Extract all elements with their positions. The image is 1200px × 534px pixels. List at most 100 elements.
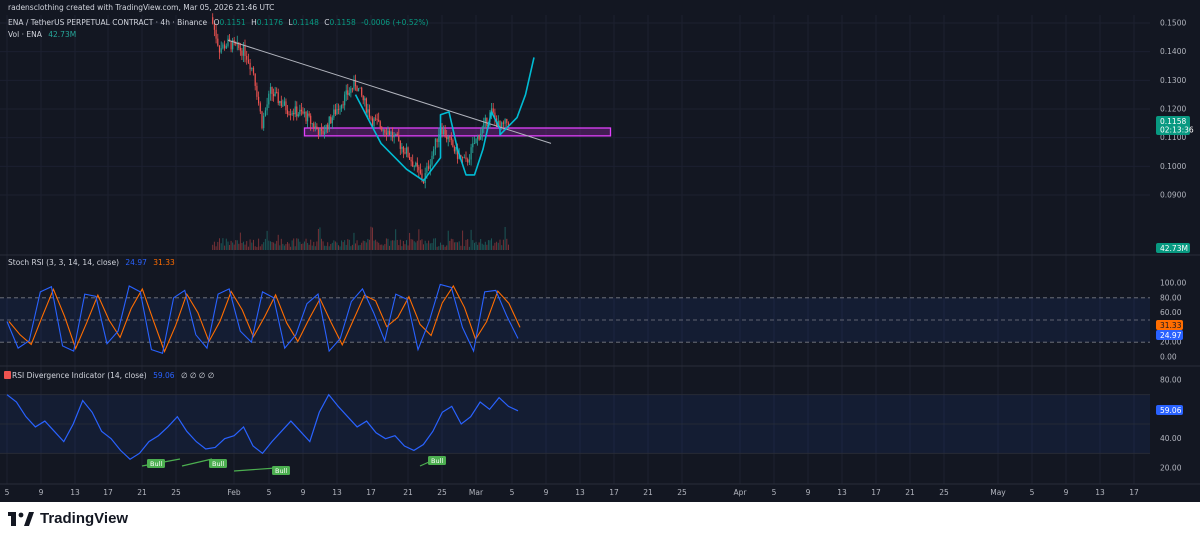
candle-body bbox=[446, 136, 448, 140]
candle-body bbox=[345, 90, 347, 95]
candle-body bbox=[215, 29, 217, 39]
volume-bar bbox=[367, 238, 369, 250]
volume-bar bbox=[324, 245, 326, 250]
candle-body bbox=[294, 106, 296, 115]
volume-bar bbox=[311, 245, 313, 250]
candle-body bbox=[478, 136, 480, 140]
volume-bar bbox=[229, 244, 231, 250]
volume-bar bbox=[359, 244, 361, 250]
candle-body bbox=[251, 67, 253, 70]
time-tick-label: 5 bbox=[267, 488, 272, 497]
time-tick-label: 25 bbox=[437, 488, 447, 497]
volume-bar bbox=[345, 244, 347, 250]
candle-body bbox=[263, 115, 265, 129]
volume-bar bbox=[499, 239, 501, 250]
rsi-div-value: 59.06 bbox=[153, 371, 175, 380]
candle-body bbox=[428, 166, 430, 169]
stoch-k-value: 24.97 bbox=[125, 258, 147, 267]
volume-bar bbox=[287, 242, 288, 250]
candle-body bbox=[444, 129, 446, 137]
volume-bar bbox=[276, 240, 278, 250]
volume-bar bbox=[436, 246, 438, 250]
volume-bar bbox=[416, 240, 418, 250]
volume-bar bbox=[486, 244, 488, 250]
volume-tag: 42.73M bbox=[1160, 244, 1188, 253]
candle-body bbox=[378, 119, 380, 122]
volume-bar bbox=[358, 245, 360, 250]
volume-bar bbox=[467, 239, 469, 250]
candle-body bbox=[282, 105, 284, 107]
volume-bar bbox=[444, 246, 446, 250]
candle-body bbox=[370, 117, 372, 119]
candle-body bbox=[357, 88, 360, 92]
volume-bar bbox=[241, 243, 243, 250]
candle-body bbox=[331, 117, 333, 124]
candle-body bbox=[433, 149, 435, 156]
candle-body bbox=[277, 92, 279, 104]
candle-body bbox=[351, 88, 354, 90]
volume-bar bbox=[431, 242, 433, 250]
candle-body bbox=[356, 86, 358, 92]
bull-label: Bull bbox=[147, 459, 165, 468]
candle-body bbox=[470, 147, 472, 160]
candle-body bbox=[217, 38, 219, 46]
candle-body bbox=[361, 87, 363, 96]
volume-label: Vol · ENA bbox=[8, 30, 43, 39]
rsi-div-legend[interactable]: RSI Divergence Indicator (14, close) 59.… bbox=[12, 371, 214, 380]
candle-body bbox=[368, 109, 371, 118]
volume-bar bbox=[501, 245, 503, 250]
volume-bar bbox=[322, 241, 324, 250]
volume-bar bbox=[235, 240, 237, 250]
ohlc-o: 0.1151 bbox=[219, 18, 245, 27]
candle-body bbox=[319, 128, 321, 136]
time-tick-label: 9 bbox=[39, 488, 44, 497]
candle-body bbox=[246, 55, 248, 60]
candle-body bbox=[244, 45, 246, 56]
candle-body bbox=[504, 118, 506, 124]
bull-label-text: Bull bbox=[431, 457, 443, 465]
symbol-title[interactable]: ENA / TetherUS PERPETUAL CONTRACT · 4h ·… bbox=[8, 18, 428, 27]
stoch-rsi-label: Stoch RSI (3, 3, 14, 14, close) bbox=[8, 258, 119, 267]
time-tick-label: 9 bbox=[544, 488, 549, 497]
volume-bar bbox=[421, 239, 423, 250]
candle-body bbox=[320, 128, 323, 131]
volume-bar bbox=[392, 240, 394, 250]
candle-body bbox=[473, 143, 476, 145]
volume-bar bbox=[256, 246, 258, 250]
volume-bar bbox=[232, 242, 234, 250]
volume-bar bbox=[297, 238, 299, 250]
candle-body bbox=[308, 113, 310, 116]
volume-bar bbox=[504, 226, 506, 250]
time-tick-label: Apr bbox=[734, 488, 748, 497]
volume-bar bbox=[453, 242, 455, 250]
volume-bar bbox=[480, 239, 482, 250]
chart-svg: radensclothing created with TradingView.… bbox=[0, 0, 1200, 534]
volume-bar bbox=[253, 239, 254, 250]
tradingview-logo[interactable]: TradingView bbox=[8, 510, 128, 527]
volume-bar bbox=[384, 244, 386, 250]
volume-bar bbox=[494, 242, 496, 250]
time-tick-label: 5 bbox=[5, 488, 10, 497]
volume-bar bbox=[217, 241, 219, 250]
candle-body bbox=[325, 124, 327, 132]
volume-bar bbox=[443, 244, 445, 250]
rsi-warning-icon[interactable] bbox=[4, 371, 11, 379]
candle-body bbox=[239, 47, 241, 51]
candle-body bbox=[274, 92, 276, 97]
ohlc-h: 0.1176 bbox=[257, 18, 283, 27]
candle-body bbox=[412, 161, 414, 167]
ohlc-l: 0.1148 bbox=[293, 18, 319, 27]
volume-bar bbox=[308, 244, 310, 250]
volume-bar bbox=[334, 241, 336, 250]
volume-bar bbox=[222, 238, 224, 250]
candle-body bbox=[408, 156, 411, 160]
time-tick-label: 21 bbox=[905, 488, 915, 497]
volume-legend[interactable]: Vol · ENA 42.73M bbox=[8, 30, 76, 39]
volume-bar bbox=[419, 240, 421, 250]
candle-body bbox=[447, 136, 449, 140]
time-tick-label: 13 bbox=[1095, 488, 1105, 497]
volume-bar bbox=[393, 240, 395, 250]
bull-label: Bull bbox=[209, 459, 227, 468]
candle-body bbox=[272, 94, 275, 97]
time-tick-label: 17 bbox=[1129, 488, 1139, 497]
